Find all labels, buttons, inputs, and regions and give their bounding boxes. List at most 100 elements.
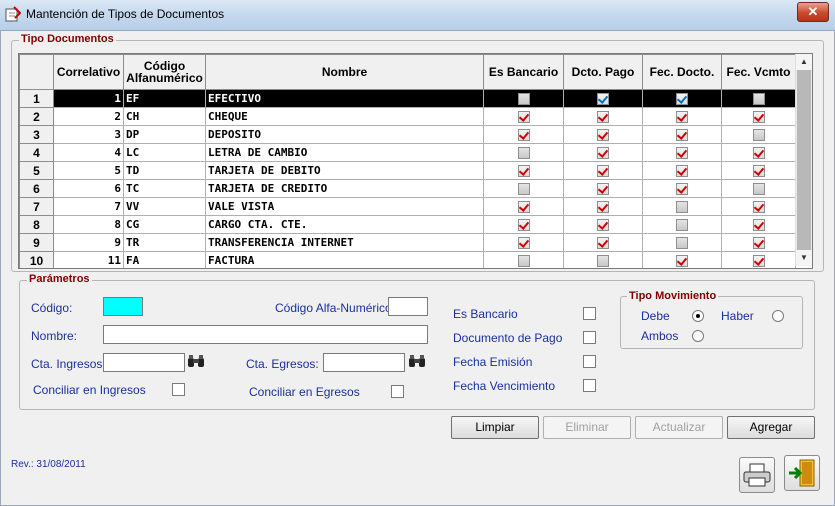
cell-fec-docto[interactable] [642, 107, 722, 126]
cell-nombre[interactable]: VALE VISTA [205, 197, 484, 216]
col-header-fec-vcmto[interactable]: Fec. Vcmto [721, 54, 796, 90]
cell-es-bancario[interactable] [483, 215, 564, 234]
ambos-radio[interactable] [692, 330, 704, 342]
cell-fec-docto[interactable] [642, 161, 722, 180]
cell-fec-docto[interactable] [642, 215, 722, 234]
checkbox-dcto-pago[interactable] [597, 165, 609, 177]
cell-dcto-pago[interactable] [563, 107, 643, 126]
cell-nombre[interactable]: DEPOSITO [205, 125, 484, 144]
haber-radio[interactable] [772, 310, 784, 322]
cell-codigo[interactable]: FA [123, 251, 206, 268]
col-header-es-bancario[interactable]: Es Bancario [483, 54, 564, 90]
row-header[interactable]: 4 [19, 143, 54, 162]
checkbox-dcto-pago[interactable] [597, 219, 609, 231]
cell-codigo[interactable]: DP [123, 125, 206, 144]
cell-codigo[interactable]: TR [123, 233, 206, 252]
cell-fec-docto[interactable] [642, 125, 722, 144]
cell-codigo[interactable]: CG [123, 215, 206, 234]
col-header-correlativo[interactable]: Correlativo [53, 54, 124, 90]
checkbox-fec-docto[interactable] [676, 93, 688, 105]
cell-correlativo[interactable]: 5 [53, 161, 124, 180]
row-header[interactable]: 7 [19, 197, 54, 216]
debe-radio[interactable] [692, 310, 704, 322]
cell-dcto-pago[interactable] [563, 215, 643, 234]
checkbox-fec-docto[interactable] [676, 111, 688, 123]
table-row[interactable]: 3 3 DP DEPOSITO [19, 125, 796, 144]
cell-dcto-pago[interactable] [563, 251, 643, 268]
checkbox-fec-vcmto[interactable] [752, 147, 765, 159]
col-header-codigo[interactable]: Código Alfanumérico [123, 54, 206, 90]
checkbox-es-bancario[interactable] [517, 165, 530, 177]
checkbox-es-bancario[interactable] [517, 237, 530, 249]
checkbox-dcto-pago[interactable] [597, 147, 609, 159]
cell-es-bancario[interactable] [483, 197, 564, 216]
table-row[interactable]: 10 11 FA FACTURA [19, 251, 796, 268]
checkbox-es-bancario[interactable] [517, 255, 530, 267]
cell-correlativo[interactable]: 11 [53, 251, 124, 268]
row-header[interactable]: 2 [19, 107, 54, 126]
table-row[interactable]: 6 6 TC TARJETA DE CREDITO [19, 179, 796, 198]
cell-correlativo[interactable]: 3 [53, 125, 124, 144]
cta-ingresos-field[interactable] [103, 353, 185, 372]
cell-dcto-pago[interactable] [563, 143, 643, 162]
checkbox-fec-vcmto[interactable] [752, 183, 765, 195]
cell-fec-vcmto[interactable] [721, 143, 796, 162]
cell-correlativo[interactable]: 2 [53, 107, 124, 126]
table-row[interactable]: 4 4 LC LETRA DE CAMBIO [19, 143, 796, 162]
cell-codigo[interactable]: TC [123, 179, 206, 198]
checkbox-fec-vcmto[interactable] [752, 165, 765, 177]
cell-es-bancario[interactable] [483, 143, 564, 162]
cell-nombre[interactable]: LETRA DE CAMBIO [205, 143, 484, 162]
conciliar-ingresos-checkbox[interactable] [172, 383, 185, 396]
conciliar-egresos-checkbox[interactable] [391, 385, 404, 398]
cell-dcto-pago[interactable] [563, 89, 643, 108]
cell-nombre[interactable]: CHEQUE [205, 107, 484, 126]
cell-codigo[interactable]: TD [123, 161, 206, 180]
printer-icon[interactable] [739, 457, 775, 493]
cell-fec-docto[interactable] [642, 143, 722, 162]
checkbox-dcto-pago[interactable] [597, 111, 609, 123]
checkbox-fec-docto[interactable] [676, 183, 688, 195]
scroll-thumb[interactable] [797, 70, 811, 250]
checkbox-fec-docto[interactable] [676, 219, 688, 231]
cell-es-bancario[interactable] [483, 251, 564, 268]
checkbox-fec-docto[interactable] [676, 129, 688, 141]
checkbox-es-bancario[interactable] [517, 201, 530, 213]
cell-es-bancario[interactable] [483, 179, 564, 198]
exit-door-icon[interactable] [784, 455, 820, 491]
cell-dcto-pago[interactable] [563, 233, 643, 252]
checkbox-dcto-pago[interactable] [597, 201, 609, 213]
checkbox-dcto-pago[interactable] [597, 93, 609, 105]
cell-codigo[interactable]: CH [123, 107, 206, 126]
cell-es-bancario[interactable] [483, 125, 564, 144]
cell-nombre[interactable]: TARJETA DE CREDITO [205, 179, 484, 198]
row-header[interactable]: 10 [19, 251, 54, 268]
cell-fec-vcmto[interactable] [721, 251, 796, 268]
checkbox-fec-docto[interactable] [676, 165, 688, 177]
cell-nombre[interactable]: TRANSFERENCIA INTERNET [205, 233, 484, 252]
eliminar-button[interactable]: Eliminar [543, 416, 631, 439]
col-header-nombre[interactable]: Nombre [205, 54, 484, 90]
cell-es-bancario[interactable] [483, 161, 564, 180]
checkbox-fec-docto[interactable] [676, 147, 688, 159]
cell-fec-vcmto[interactable] [721, 233, 796, 252]
checkbox-fec-vcmto[interactable] [752, 111, 765, 123]
cell-es-bancario[interactable] [483, 107, 564, 126]
checkbox-es-bancario[interactable] [517, 129, 530, 141]
documents-grid[interactable]: Correlativo Código Alfanumérico Nombre E… [18, 53, 813, 269]
row-header[interactable]: 8 [19, 215, 54, 234]
table-row[interactable]: 5 5 TD TARJETA DE DEBITO [19, 161, 796, 180]
checkbox-fec-vcmto[interactable] [752, 93, 765, 105]
scroll-down-icon[interactable]: ▼ [796, 250, 812, 266]
checkbox-es-bancario[interactable] [517, 219, 530, 231]
cell-nombre[interactable]: CARGO CTA. CTE. [205, 215, 484, 234]
col-header-fec-docto[interactable]: Fec. Docto. [642, 54, 722, 90]
cell-fec-vcmto[interactable] [721, 215, 796, 234]
grid-vertical-scrollbar[interactable]: ▲ ▼ [795, 54, 812, 266]
cell-codigo[interactable]: LC [123, 143, 206, 162]
cell-fec-docto[interactable] [642, 197, 722, 216]
checkbox-es-bancario[interactable] [517, 183, 530, 195]
cell-nombre[interactable]: FACTURA [205, 251, 484, 268]
cell-dcto-pago[interactable] [563, 161, 643, 180]
row-header[interactable]: 3 [19, 125, 54, 144]
